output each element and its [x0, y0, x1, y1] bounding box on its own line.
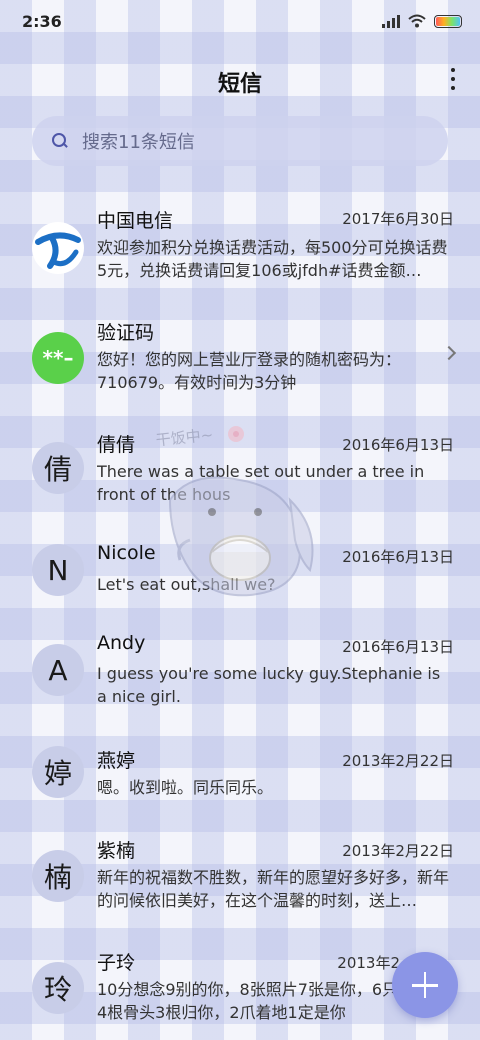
conversation-item[interactable]: A Andy 2016年6月13日 I guess you're some lu…: [0, 632, 480, 732]
search-icon: [52, 133, 68, 149]
search-input[interactable]: 搜索11条短信: [82, 128, 195, 154]
message-preview: 欢迎参加积分兑换话费活动，每500分可兑换话费5元，兑换话费请回复106或jfd…: [97, 238, 448, 280]
message-date: 2017年6月30日: [342, 210, 454, 228]
avatar: 倩: [32, 442, 84, 494]
header: 短信: [0, 58, 480, 102]
avatar: 楠: [32, 850, 84, 902]
sender-name: 燕婷: [97, 750, 136, 772]
chevron-right-icon[interactable]: [441, 345, 457, 361]
sender-name: 验证码: [97, 322, 155, 344]
sender-name: 子玲: [97, 952, 136, 974]
avatar: 玲: [32, 962, 84, 1014]
message-date: 2016年6月13日: [342, 436, 454, 454]
status-icons: [382, 14, 462, 28]
conversation-item[interactable]: 婷 燕婷 2013年2月22日 嗯。收到啦。同乐同乐。: [0, 746, 480, 826]
plus-icon-vertical: [423, 972, 426, 998]
page-title: 短信: [217, 72, 262, 97]
message-date: 2016年6月13日: [342, 638, 454, 656]
message-date: 2013年2月22日: [342, 752, 454, 770]
message-date: 2013年2月22日: [342, 842, 454, 860]
conversation-item[interactable]: **– 验证码 您好！您的网上营业厅登录的随机密码为：710679。有效时间为3…: [0, 318, 480, 408]
whale-mascot-watermark: 干饭中~: [155, 426, 314, 597]
sender-name: Andy: [97, 632, 146, 654]
sender-name: 倩倩: [97, 434, 136, 456]
verification-code-avatar: **–: [32, 332, 84, 384]
battery-icon: [434, 14, 462, 28]
wifi-icon: [408, 14, 426, 28]
status-time: 2:36: [22, 12, 62, 31]
message-preview: I guess you're some lucky guy.Stephanie …: [97, 664, 441, 706]
avatar: A: [32, 644, 84, 696]
message-date: 2016年6月13日: [342, 548, 454, 566]
new-message-button[interactable]: [392, 952, 458, 1018]
conversation-item[interactable]: 中国电信 2017年6月30日 欢迎参加积分兑换话费活动，每500分可兑换话费5…: [0, 204, 480, 304]
sender-name: 中国电信: [97, 210, 174, 232]
search-bar[interactable]: 搜索11条短信: [32, 116, 448, 166]
message-date: 2013年2: [337, 954, 400, 972]
signal-icon: [382, 14, 400, 28]
watermark-text: 干饭中~: [155, 426, 214, 450]
status-bar: 2:36: [0, 0, 480, 44]
more-options-button[interactable]: [448, 66, 458, 92]
message-preview: 您好！您的网上营业厅登录的随机密码为：710679。有效时间为3分钟: [97, 350, 402, 392]
message-preview: 新年的祝福数不胜数，新年的愿望好多好多，新年的问候依旧美好，在这个温馨的时刻，送…: [97, 868, 450, 910]
avatar: N: [32, 544, 84, 596]
sender-name: Nicole: [97, 542, 156, 564]
china-telecom-logo-icon: [32, 222, 84, 274]
avatar: 婷: [32, 746, 84, 798]
message-preview: 嗯。收到啦。同乐同乐。: [97, 778, 274, 797]
sender-name: 紫楠: [97, 840, 136, 862]
conversation-item[interactable]: 楠 紫楠 2013年2月22日 新年的祝福数不胜数，新年的愿望好多好多，新年的问…: [0, 836, 480, 936]
